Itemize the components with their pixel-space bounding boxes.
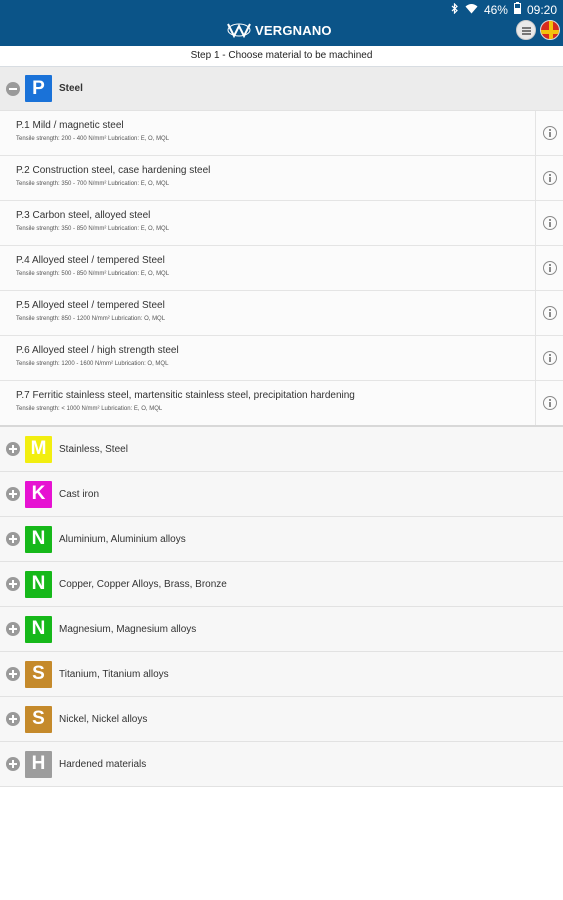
info-icon bbox=[542, 396, 557, 410]
expand-icon[interactable] bbox=[6, 577, 20, 591]
flag-icon bbox=[541, 21, 559, 39]
material-title: P.2 Construction steel, case hardening s… bbox=[16, 165, 211, 176]
list-item[interactable]: P.1 Mild / magnetic steel Tensile streng… bbox=[0, 111, 563, 156]
info-icon bbox=[542, 126, 557, 140]
iso-badge-s: S bbox=[25, 705, 52, 733]
list-item[interactable]: P.4 Alloyed steel / tempered Steel Tensi… bbox=[0, 246, 563, 291]
group-name: Magnesium, Magnesium alloys bbox=[59, 623, 197, 635]
material-detail: Tensile strength: 850 - 1200 N/mm² Lubri… bbox=[16, 316, 166, 322]
list-item[interactable]: P.6 Alloyed steel / high strength steel … bbox=[0, 336, 563, 381]
language-flag-button[interactable] bbox=[540, 20, 560, 40]
list-item[interactable]: P.3 Carbon steel, alloyed steel Tensile … bbox=[0, 201, 563, 246]
material-detail: Tensile strength: < 1000 N/mm² Lubricati… bbox=[16, 406, 163, 412]
info-button[interactable] bbox=[535, 201, 563, 245]
material-list: P Steel P.1 Mild / magnetic steel Tensil… bbox=[0, 67, 563, 787]
group-row-steel[interactable]: P Steel bbox=[0, 67, 563, 111]
list-item[interactable]: P.2 Construction steel, case hardening s… bbox=[0, 156, 563, 201]
clock: 09:20 bbox=[526, 2, 557, 17]
material-detail: Tensile strength: 1200 - 1600 N/mm² Lubr… bbox=[16, 361, 169, 367]
group-row-aluminium[interactable]: N Aluminium, Aluminium alloys bbox=[0, 517, 563, 562]
info-icon bbox=[542, 261, 557, 275]
material-detail: Tensile strength: 350 - 850 N/mm² Lubric… bbox=[16, 226, 170, 232]
expand-icon[interactable] bbox=[6, 757, 20, 771]
material-detail: Tensile strength: 350 - 700 N/mm² Lubric… bbox=[16, 181, 170, 187]
expand-icon[interactable] bbox=[6, 667, 20, 681]
iso-badge-n: N bbox=[25, 615, 52, 643]
iso-badge-h: H bbox=[25, 750, 52, 778]
iso-badge-n: N bbox=[25, 570, 52, 598]
step-header: Step 1 - Choose material to be machined bbox=[0, 46, 563, 67]
status-bar: 46% 09:20 bbox=[451, 2, 557, 17]
group-name: Hardened materials bbox=[59, 758, 147, 770]
info-icon bbox=[542, 171, 557, 185]
material-title: P.6 Alloyed steel / high strength steel bbox=[16, 345, 179, 356]
group-name: Titanium, Titanium alloys bbox=[59, 668, 169, 680]
iso-badge-s: S bbox=[25, 660, 52, 688]
info-icon bbox=[542, 351, 557, 365]
group-name: Copper, Copper Alloys, Brass, Bronze bbox=[59, 578, 227, 590]
bluetooth-icon bbox=[451, 2, 459, 17]
group-row-hardened[interactable]: H Hardened materials bbox=[0, 742, 563, 787]
group-row-nickel[interactable]: S Nickel, Nickel alloys bbox=[0, 697, 563, 742]
expand-icon[interactable] bbox=[6, 532, 20, 546]
info-icon bbox=[542, 216, 557, 230]
group-row-cast-iron[interactable]: K Cast iron bbox=[0, 472, 563, 517]
info-icon bbox=[542, 306, 557, 320]
group-row-titanium[interactable]: S Titanium, Titanium alloys bbox=[0, 652, 563, 697]
group-name: Aluminium, Aluminium alloys bbox=[59, 533, 186, 545]
group-name: Cast iron bbox=[59, 488, 100, 500]
material-title: P.1 Mild / magnetic steel bbox=[16, 120, 124, 131]
material-title: P.3 Carbon steel, alloyed steel bbox=[16, 210, 151, 221]
menu-button[interactable] bbox=[516, 20, 536, 40]
material-title: P.7 Ferritic stainless steel, martensiti… bbox=[16, 390, 355, 401]
iso-badge-k: K bbox=[25, 480, 52, 508]
wifi-icon bbox=[465, 3, 478, 17]
logo-text: VERGNANO bbox=[255, 22, 332, 38]
logo-mark-icon bbox=[227, 23, 251, 38]
expand-icon[interactable] bbox=[6, 712, 20, 726]
iso-badge-n: N bbox=[25, 525, 52, 553]
iso-badge-m: M bbox=[25, 435, 52, 463]
vergnano-logo: VERGNANO bbox=[226, 22, 332, 38]
expand-icon[interactable] bbox=[6, 487, 20, 501]
list-item[interactable]: P.5 Alloyed steel / tempered Steel Tensi… bbox=[0, 291, 563, 336]
group-name: Steel bbox=[59, 83, 83, 94]
info-button[interactable] bbox=[535, 246, 563, 290]
group-row-copper[interactable]: N Copper, Copper Alloys, Brass, Bronze bbox=[0, 562, 563, 607]
app-bar: 46% 09:20 VERGNANO bbox=[0, 0, 563, 46]
battery-percent: 46% bbox=[483, 2, 508, 17]
group-row-stainless[interactable]: M Stainless, Steel bbox=[0, 427, 563, 472]
list-item[interactable]: P.7 Ferritic stainless steel, martensiti… bbox=[0, 381, 563, 427]
info-button[interactable] bbox=[535, 291, 563, 335]
info-button[interactable] bbox=[535, 381, 563, 425]
collapse-icon[interactable] bbox=[6, 81, 20, 96]
expand-icon[interactable] bbox=[6, 442, 20, 456]
info-button[interactable] bbox=[535, 111, 563, 155]
battery-icon bbox=[513, 2, 521, 17]
iso-badge-p: P bbox=[25, 75, 52, 102]
group-name: Stainless, Steel bbox=[59, 443, 128, 455]
group-row-magnesium[interactable]: N Magnesium, Magnesium alloys bbox=[0, 607, 563, 652]
material-title: P.4 Alloyed steel / tempered Steel bbox=[16, 255, 165, 266]
material-detail: Tensile strength: 500 - 850 N/mm² Lubric… bbox=[16, 271, 170, 277]
material-title: P.5 Alloyed steel / tempered Steel bbox=[16, 300, 165, 311]
info-button[interactable] bbox=[535, 336, 563, 380]
group-name: Nickel, Nickel alloys bbox=[59, 713, 148, 725]
material-detail: Tensile strength: 200 - 400 N/mm² Lubric… bbox=[16, 136, 170, 142]
expand-icon[interactable] bbox=[6, 622, 20, 636]
info-button[interactable] bbox=[535, 156, 563, 200]
